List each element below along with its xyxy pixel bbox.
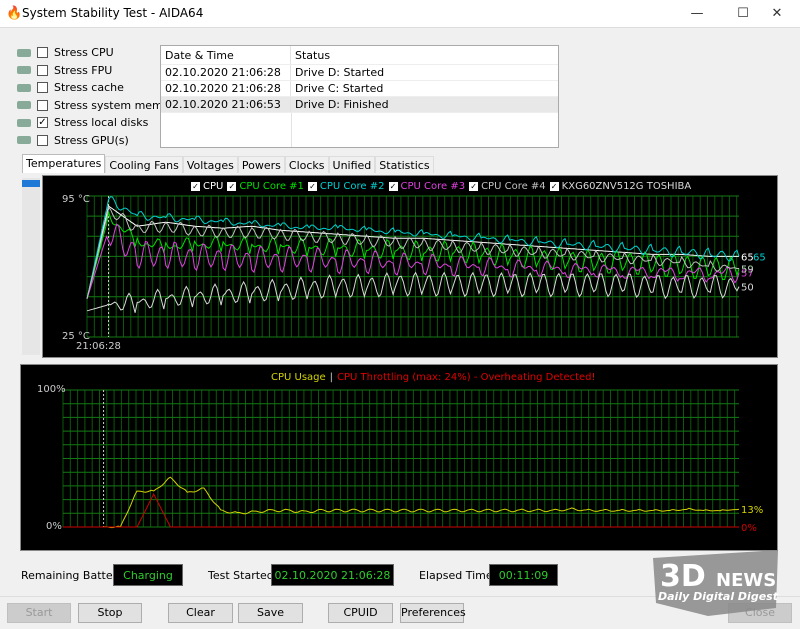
stress-option-label: Stress local disks bbox=[54, 116, 149, 129]
cell-datetime: 02.10.2020 21:06:28 bbox=[161, 81, 291, 96]
series-line-0 bbox=[63, 476, 740, 529]
checkbox[interactable] bbox=[37, 47, 48, 58]
close-window-button[interactable]: ✕ bbox=[754, 0, 800, 28]
save-button[interactable]: Save bbox=[238, 603, 303, 623]
elapsed-time-value: 00:11:09 bbox=[489, 564, 558, 586]
cell-status: Drive D: Started bbox=[295, 66, 385, 79]
start-button[interactable]: Start bbox=[7, 603, 71, 623]
svg-text:Daily Digital Digest: Daily Digital Digest bbox=[658, 590, 779, 603]
title-bar: 🔥 System Stability Test - AIDA64 — ☐ ✕ bbox=[0, 0, 800, 28]
gpu-icon bbox=[17, 136, 31, 144]
stress-option-label: Stress GPU(s) bbox=[54, 133, 129, 147]
table-header: Date & Time Status bbox=[161, 46, 558, 65]
column-header-datetime[interactable]: Date & Time bbox=[161, 46, 291, 64]
tab-bar: Temperatures Cooling Fans Voltages Powers Cl… bbox=[22, 154, 434, 173]
svg-text:NEWS: NEWS bbox=[716, 570, 776, 591]
checkbox[interactable] bbox=[37, 64, 48, 76]
stress-option-label: Stress CPU bbox=[54, 46, 114, 59]
cell-datetime: 02.10.2020 21:06:28 bbox=[161, 65, 291, 80]
memory-icon bbox=[17, 101, 31, 109]
y-min-label: 0% bbox=[46, 521, 62, 532]
x-start-label: 21:06:28 bbox=[76, 341, 121, 352]
tab-unified[interactable]: Unified bbox=[328, 156, 376, 173]
table-row[interactable]: 02.10.2020 21:06:28 Drive D: Started bbox=[161, 65, 558, 81]
checkbox[interactable] bbox=[37, 134, 48, 146]
cpuid-button[interactable]: CPUID bbox=[328, 603, 393, 623]
window-title: System Stability Test - AIDA64 bbox=[22, 6, 204, 20]
cell-status: Drive C: Started bbox=[295, 82, 384, 95]
tab-powers[interactable]: Powers bbox=[237, 156, 285, 173]
series-end-label: 59 bbox=[741, 265, 754, 276]
minimize-button[interactable]: — bbox=[674, 0, 720, 28]
tab-cooling-fans[interactable]: Cooling Fans bbox=[105, 156, 183, 173]
flame-icon: 🔥 bbox=[6, 6, 23, 21]
series-end-label: 0% bbox=[741, 523, 757, 534]
watermark-logo: 3D NEWS Daily Digital Digest bbox=[648, 548, 783, 618]
remaining-battery-value: Charging bbox=[113, 564, 183, 586]
stress-option[interactable]: Stress system memory bbox=[17, 97, 181, 114]
y-max-label: 95 °C bbox=[62, 194, 90, 205]
tab-temperatures[interactable]: Temperatures bbox=[22, 154, 106, 173]
checkbox[interactable]: ✓ bbox=[37, 117, 48, 128]
fpu-icon bbox=[17, 66, 31, 74]
tab-voltages[interactable]: Voltages bbox=[182, 156, 238, 173]
tab-clocks[interactable]: Clocks bbox=[284, 156, 329, 173]
cpu-icon bbox=[17, 48, 31, 57]
stop-button[interactable]: Stop bbox=[78, 603, 142, 623]
checkbox[interactable] bbox=[37, 82, 48, 93]
clear-button[interactable]: Clear bbox=[168, 603, 233, 623]
series-end-label: 50 bbox=[741, 283, 754, 294]
test-started-value: 02.10.2020 21:06:28 bbox=[271, 564, 394, 586]
table-row-selected[interactable]: 02.10.2020 21:06:53 Drive D: Finished bbox=[161, 97, 558, 113]
temperature-chart: ✓ CPU ✓ CPU Core #1 ✓ CPU Core #2 ✓ CPU Core #3… bbox=[42, 175, 778, 358]
scrollbar-thumb[interactable] bbox=[22, 180, 40, 187]
stress-option[interactable]: Stress GPU(s) bbox=[17, 132, 129, 149]
elapsed-time-label: Elapsed Time: bbox=[419, 569, 497, 582]
stress-option[interactable]: ✓ Stress local disks bbox=[17, 114, 148, 131]
y-max-label: 100% bbox=[37, 384, 66, 395]
cpu-usage-plot: 13% 0% bbox=[62, 389, 763, 534]
preferences-button[interactable]: Preferences bbox=[400, 603, 466, 623]
series-line-1 bbox=[63, 493, 739, 528]
test-started-label: Test Started: bbox=[208, 569, 278, 582]
disk-icon bbox=[17, 118, 31, 127]
checkbox[interactable] bbox=[37, 99, 48, 111]
stress-option-label: Stress cache bbox=[54, 81, 124, 94]
temperature-plot: 655965575950 bbox=[86, 195, 766, 338]
series-end-label: 65 bbox=[741, 252, 754, 263]
series-end-label: 13% bbox=[741, 505, 763, 516]
table-row[interactable]: 02.10.2020 21:06:28 Drive C: Started bbox=[161, 81, 558, 97]
svg-text:3D: 3D bbox=[660, 559, 706, 594]
tab-statistics[interactable]: Statistics bbox=[375, 156, 434, 173]
event-log-table[interactable]: Date & Time Status 02.10.2020 21:06:28 Dr… bbox=[160, 45, 559, 148]
stress-option[interactable]: Stress cache bbox=[17, 79, 124, 96]
stress-option[interactable]: Stress FPU bbox=[17, 62, 112, 79]
remaining-battery-label: Remaining Battery: bbox=[21, 569, 127, 582]
cache-icon bbox=[17, 83, 31, 92]
cpu-usage-chart: CPU Usage | CPU Throttling (max: 24%) - … bbox=[20, 364, 778, 551]
column-divider bbox=[291, 113, 292, 147]
series-line-5 bbox=[86, 271, 740, 313]
stress-option[interactable]: Stress CPU bbox=[17, 44, 114, 61]
stress-option-label: Stress FPU bbox=[54, 63, 113, 77]
series-end-label: 65 bbox=[753, 252, 766, 263]
cell-datetime: 02.10.2020 21:06:53 bbox=[161, 97, 291, 112]
cell-status: Drive D: Finished bbox=[295, 98, 389, 111]
sensor-scrollbar[interactable] bbox=[22, 178, 40, 355]
column-header-status[interactable]: Status bbox=[291, 46, 330, 64]
